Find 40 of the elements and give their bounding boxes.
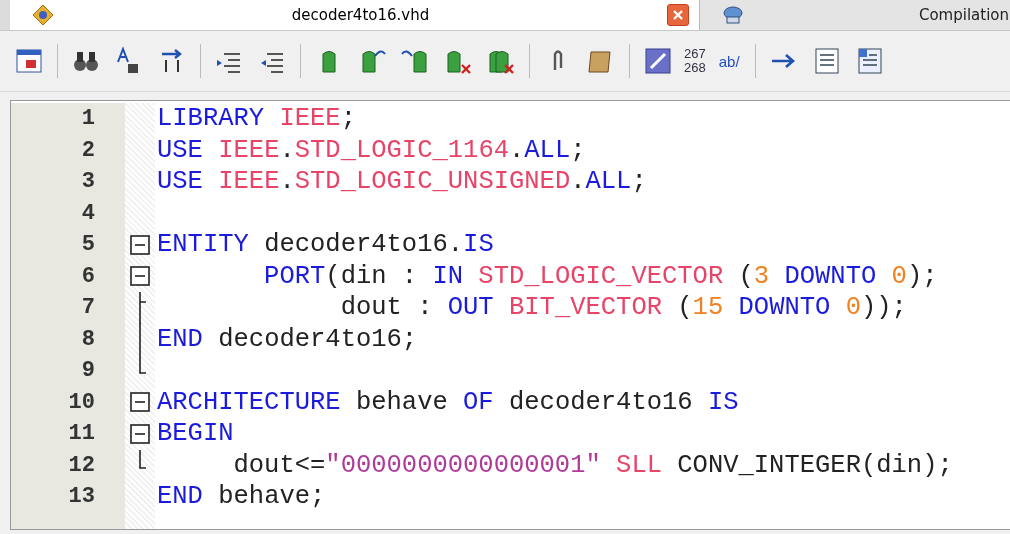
code-line: USE IEEE.STD_LOGIC_1164.ALL; bbox=[157, 134, 587, 166]
line-number: 12 bbox=[67, 451, 96, 480]
fold-toggle[interactable] bbox=[130, 234, 150, 255]
line-number: 1 bbox=[80, 105, 96, 133]
line-number: 5 bbox=[80, 231, 96, 259]
code-line: ARCHITECTURE behave OF decoder4to16 IS bbox=[157, 386, 740, 418]
tab[interactable]: Compilation bbox=[700, 0, 1010, 30]
fold-toggle[interactable] bbox=[130, 392, 150, 413]
code-editor[interactable] bbox=[10, 100, 1010, 530]
line-number: 6 bbox=[80, 262, 96, 291]
code-line: BEGIN bbox=[157, 418, 235, 450]
code-line: END behave; bbox=[157, 481, 327, 513]
tab-title: Compilation bbox=[917, 6, 1009, 24]
code-line: LIBRARY IEEE; bbox=[157, 103, 357, 135]
line-numbers-button[interactable]: 267 268 bbox=[684, 47, 706, 75]
disk-icon bbox=[722, 4, 744, 26]
line-number: 7 bbox=[80, 294, 96, 322]
line-number: 11 bbox=[67, 420, 96, 448]
close-icon bbox=[672, 9, 684, 21]
code-line: dout : OUT BIT_VECTOR (15 DOWNTO 0)); bbox=[339, 292, 908, 324]
code-line: USE IEEE.STD_LOGIC_UNSIGNED.ALL; bbox=[157, 166, 648, 198]
tab[interactable]: decoder4to16.vhd bbox=[10, 0, 700, 30]
line-number: 10 bbox=[67, 388, 96, 417]
line-number: 2 bbox=[80, 136, 96, 165]
document-icon bbox=[32, 4, 54, 26]
line-number: 13 bbox=[67, 483, 96, 511]
fold-toggle[interactable] bbox=[130, 423, 150, 444]
code-line: ENTITY decoder4to16.IS bbox=[157, 229, 495, 261]
line-number: 3 bbox=[80, 168, 96, 196]
fold-toggle[interactable] bbox=[130, 266, 150, 287]
line-number: 9 bbox=[80, 357, 96, 385]
code-line: PORT(din : IN STD_LOGIC_VECTOR (3 DOWNTO 0); bbox=[263, 260, 939, 292]
fold-line bbox=[139, 449, 147, 469]
code-line: END decoder4to16; bbox=[157, 323, 419, 355]
line-number: 4 bbox=[80, 199, 96, 228]
close-button[interactable] bbox=[667, 4, 689, 26]
line-number: 8 bbox=[80, 325, 96, 354]
tab-title: decoder4to16.vhd bbox=[290, 6, 431, 24]
text-label-button[interactable]: ab/ bbox=[714, 52, 744, 70]
code-line: dout<="0000000000000001" SLL CONV_INTEGER(din); bbox=[232, 449, 954, 481]
